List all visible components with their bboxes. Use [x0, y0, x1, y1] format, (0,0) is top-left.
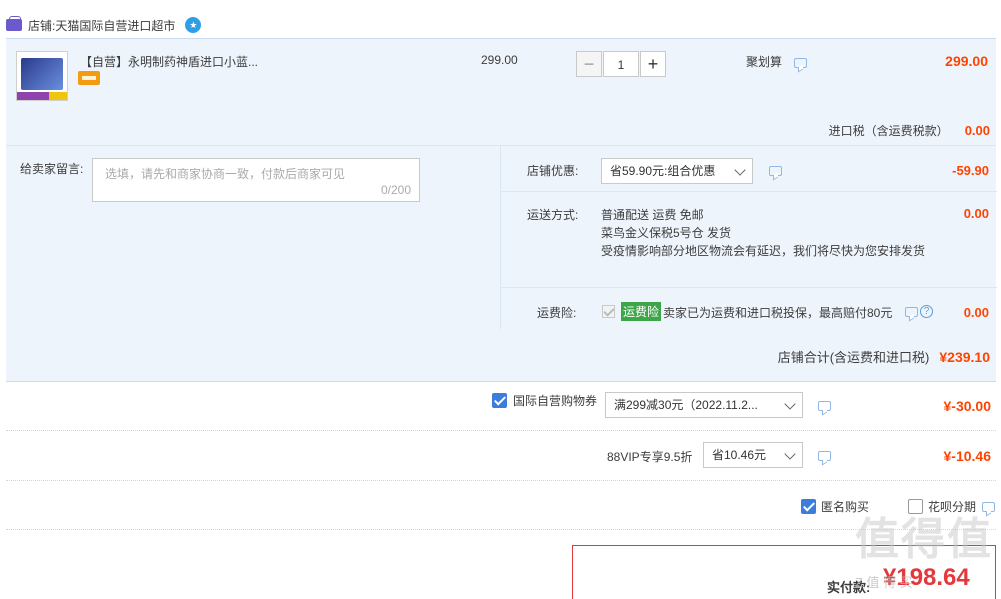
seller-note-area: 给卖家留言: 选填，请先和商家协商一致，付款后商家可见 0/200 — [6, 145, 500, 329]
promo-text: 聚划算 — [746, 55, 783, 69]
vip-discount-selected: 省10.46元 — [712, 448, 767, 462]
shop-label: 店铺: — [28, 18, 56, 33]
shipping-row: 运送方式: 普通配送 运费 免邮 菜鸟金义保税5号仓 发货 受疫情影响部分地区物… — [501, 192, 997, 288]
anonymous-purchase-checkbox[interactable] — [801, 499, 816, 514]
watermark-text: Z 值 得 买 — [855, 575, 913, 590]
shop-discount-label: 店铺优惠: — [527, 164, 579, 178]
coupon-checkbox[interactable] — [492, 393, 507, 408]
import-tax-label: 进口税（含运费税款） — [828, 124, 949, 138]
order-options-panel: 店铺优惠: 省59.90元:组合优惠 -59.90 运送方式: 普通配送 运费 … — [500, 145, 997, 330]
shop-subtotal: 店铺合计(含运费和进口税) ¥239.10 — [778, 347, 990, 366]
seller-note-input[interactable]: 选填，请先和商家协商一致，付款后商家可见 0/200 — [92, 158, 420, 202]
shipping-insurance-label: 运费险: — [537, 306, 577, 320]
shop-discount-selected: 省59.90元:组合优惠 — [610, 164, 716, 178]
product-title-link[interactable]: 【自营】永明制药神盾进口小蓝... — [80, 53, 258, 70]
product-thumbnail[interactable] — [16, 51, 68, 101]
import-tax-value: 0.00 — [964, 123, 990, 138]
chat-seller-icon[interactable]: ★ — [185, 17, 202, 33]
shipping-insurance-text: 卖家已为运费和进口税投保，最高赔付80元 — [663, 306, 893, 320]
coupon-select[interactable]: 满299减30元（2022.11.2... — [605, 392, 803, 418]
shipping-insurance-checkbox[interactable] — [602, 305, 615, 318]
watermark-logo: 值得值 — [855, 515, 993, 564]
message-icon[interactable] — [769, 166, 782, 176]
coupon-selected: 满299减30元（2022.11.2... — [614, 398, 758, 412]
coupon-value: ¥-30.00 — [943, 398, 991, 414]
message-icon[interactable] — [818, 401, 831, 411]
divider — [6, 529, 996, 530]
shipping-label: 运送方式: — [527, 208, 579, 222]
chevron-down-icon — [734, 164, 746, 176]
shop-icon — [6, 16, 22, 31]
chevron-down-icon — [784, 398, 796, 410]
shipping-insurance-row: 运费险: 运费险 卖家已为运费和进口税投保，最高赔付80元 ? 0.00 — [501, 288, 997, 330]
item-total: 299.00 — [945, 53, 988, 69]
unit-price: 299.00 — [481, 53, 518, 67]
quantity-stepper: − 1 + — [576, 51, 666, 77]
promo-label: 聚划算 — [746, 53, 807, 70]
vip-discount-label: 88VIP专享9.5折 — [607, 450, 693, 464]
coupon-row: 国际自营购物券 — [492, 392, 597, 409]
divider — [6, 430, 996, 431]
shipping-method: 普通配送 运费 免邮 — [601, 208, 704, 222]
seller-note-placeholder: 选填，请先和商家协商一致，付款后商家可见 — [105, 167, 346, 181]
shipping-insurance-badge: 运费险 — [621, 302, 662, 321]
credit-card-icon — [78, 71, 100, 85]
shop-discount-row: 店铺优惠: 省59.90元:组合优惠 -59.90 — [501, 146, 997, 192]
message-icon[interactable] — [794, 58, 807, 68]
quantity-decrease-button[interactable]: − — [576, 51, 602, 77]
seller-note-char-count: 0/200 — [380, 183, 411, 197]
seller-note-label: 给卖家留言: — [20, 162, 84, 176]
import-tax-row: 进口税（含运费税款） 0.00 — [829, 122, 990, 139]
divider — [6, 480, 996, 481]
shipping-notice: 受疫情影响部分地区物流会有延迟，我们将尽快为您安排发货 — [601, 244, 926, 258]
shop-subtotal-value: ¥239.10 — [939, 348, 990, 365]
quantity-increase-button[interactable]: + — [640, 51, 666, 77]
shop-discount-select[interactable]: 省59.90元:组合优惠 — [601, 158, 753, 184]
message-icon[interactable] — [818, 451, 831, 461]
shipping-details: 普通配送 运费 免邮 菜鸟金义保税5号仓 发货 受疫情影响部分地区物流会有延迟，… — [601, 206, 925, 260]
shop-name-link[interactable]: 天猫国际自营进口超市 — [55, 17, 175, 34]
order-block: 【自营】永明制药神盾进口小蓝... 299.00 − 1 + 聚划算 299.0… — [6, 38, 997, 382]
message-icon[interactable] — [905, 307, 918, 317]
vip-discount-value: ¥-10.46 — [943, 448, 991, 464]
coupon-label: 国际自营购物券 — [513, 394, 598, 408]
shop-discount-value: -59.90 — [952, 163, 989, 178]
shop-subtotal-label: 店铺合计(含运费和进口税) — [777, 350, 930, 365]
shipping-insurance-value: 0.00 — [963, 305, 989, 320]
help-icon[interactable]: ? — [920, 305, 933, 318]
shipping-value: 0.00 — [963, 206, 989, 221]
chevron-down-icon — [784, 448, 796, 460]
vip-discount-select[interactable]: 省10.46元 — [703, 442, 803, 468]
shipping-warehouse: 菜鸟金义保税5号仓 发货 — [601, 226, 732, 240]
shop-header: 店铺: 天猫国际自营进口超市 ★ — [6, 14, 202, 36]
quantity-input[interactable]: 1 — [603, 51, 639, 77]
